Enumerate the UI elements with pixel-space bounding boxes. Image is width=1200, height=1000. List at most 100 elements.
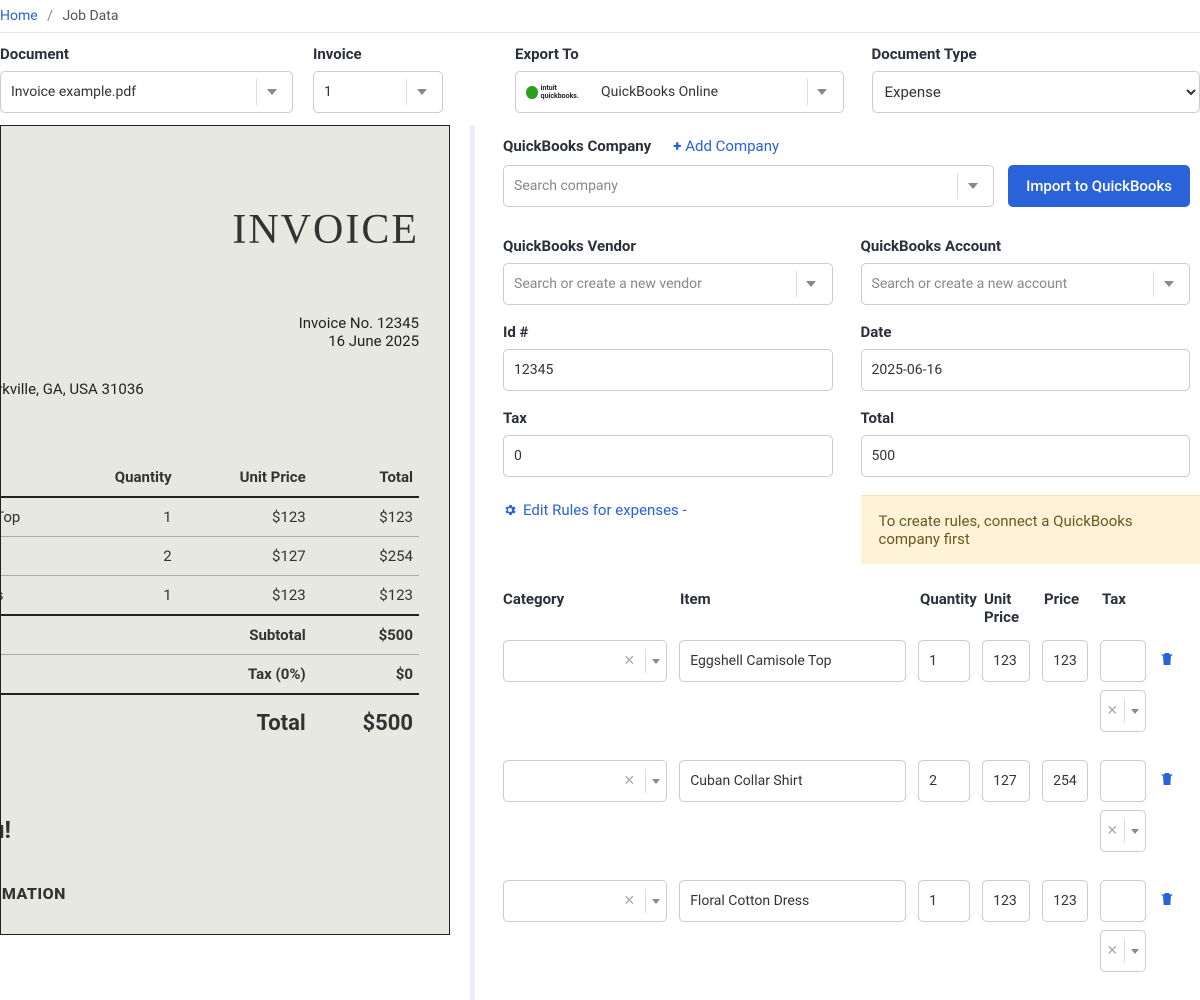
tax-select[interactable] — [1100, 930, 1146, 972]
unit-price-input[interactable] — [982, 880, 1030, 922]
clear-icon[interactable] — [619, 773, 639, 789]
document-value: Invoice example.pdf — [11, 84, 256, 100]
th-quantity: Quantity — [920, 590, 972, 626]
tax-select[interactable] — [1100, 810, 1146, 852]
chevron-down-icon — [256, 79, 286, 105]
total-input[interactable] — [861, 435, 1191, 477]
vendor-select[interactable]: Search or create a new vendor — [503, 263, 833, 305]
company-placeholder: Search company — [514, 178, 957, 194]
chevron-down-icon — [1131, 709, 1139, 714]
tax-select[interactable] — [1100, 690, 1146, 732]
clear-icon[interactable] — [1106, 823, 1118, 839]
line-item-row — [503, 880, 1190, 972]
th-tax: Tax — [1102, 590, 1148, 626]
tax-input[interactable] — [1100, 640, 1146, 682]
rules-alert: To create rules, connect a QuickBooks co… — [861, 495, 1200, 564]
price-input[interactable] — [1042, 640, 1088, 682]
th-price: Price — [1044, 590, 1090, 626]
chevron-down-icon — [1131, 829, 1139, 834]
th-item: Item — [680, 590, 908, 626]
breadcrumb: Home / Job Data — [0, 0, 1200, 33]
invoice-date: 16 June 2025 — [1, 332, 419, 350]
table-row: le Top1$123$123 — [0, 497, 419, 537]
line-item-row — [503, 760, 1190, 852]
quickbooks-company-label: QuickBooks Company — [503, 137, 651, 155]
tax-label: Tax — [503, 409, 833, 427]
company-select[interactable]: Search company — [503, 165, 994, 207]
date-input[interactable] — [861, 349, 1191, 391]
quickbooks-vendor-label: QuickBooks Vendor — [503, 237, 833, 255]
invoice-select[interactable]: 1 — [313, 71, 443, 113]
quantity-input[interactable] — [918, 880, 970, 922]
line-item-row — [503, 640, 1190, 732]
unit-price-input[interactable] — [982, 640, 1030, 682]
account-select[interactable]: Search or create a new account — [861, 263, 1191, 305]
document-preview: INVOICE Invoice No. 12345 16 June 2025 w… — [0, 125, 450, 935]
category-select[interactable] — [503, 880, 667, 922]
item-input[interactable] — [679, 640, 906, 682]
invoice-label: Invoice — [313, 45, 443, 63]
chevron-down-icon — [1131, 949, 1139, 954]
delete-line-button[interactable] — [1158, 770, 1176, 788]
invoice-value: 1 — [324, 84, 406, 100]
tax-input[interactable] — [1100, 760, 1146, 802]
quantity-input[interactable] — [918, 640, 970, 682]
breadcrumb-home[interactable]: Home — [0, 8, 38, 24]
export-to-label: Export To — [515, 45, 844, 63]
breadcrumb-current: Job Data — [62, 8, 118, 24]
date-label: Date — [861, 323, 1191, 341]
clear-icon[interactable] — [1106, 703, 1118, 719]
chevron-down-icon — [652, 659, 660, 664]
th-total: Total — [312, 458, 419, 497]
category-select[interactable] — [503, 640, 667, 682]
thank-you-text: u! — [0, 816, 419, 844]
chevron-down-icon — [796, 271, 826, 297]
total-label: Total — [861, 409, 1191, 427]
invoice-items-table: Quantity Unit Price Total le Top1$123$12… — [0, 458, 419, 746]
delete-line-button[interactable] — [1158, 890, 1176, 908]
chevron-down-icon — [652, 779, 660, 784]
quickbooks-logo-icon: intuit quickbooks. — [526, 83, 591, 101]
account-placeholder: Search or create a new account — [872, 276, 1154, 292]
th-unit-price: Unit Price — [178, 458, 312, 497]
unit-price-input[interactable] — [982, 760, 1030, 802]
export-to-select[interactable]: intuit quickbooks. QuickBooks Online — [515, 71, 844, 113]
import-to-quickbooks-button[interactable]: Import to QuickBooks — [1008, 165, 1190, 207]
plus-icon: + — [673, 137, 681, 155]
chevron-down-icon — [1153, 271, 1183, 297]
export-to-value: QuickBooks Online — [601, 84, 807, 100]
info-heading: RMATION — [0, 884, 419, 903]
delete-line-button[interactable] — [1158, 650, 1176, 668]
category-select[interactable] — [503, 760, 667, 802]
item-input[interactable] — [679, 880, 906, 922]
id-input[interactable] — [503, 349, 833, 391]
invoice-address: wkville, GA, USA 31036 — [0, 380, 419, 398]
table-row: irt2$127$254 — [0, 537, 419, 576]
clear-icon[interactable] — [619, 893, 639, 909]
document-label: Document — [0, 45, 293, 63]
th-unit-price: Unit Price — [984, 590, 1032, 626]
chevron-down-icon — [652, 899, 660, 904]
document-type-label: Document Type — [872, 45, 1200, 63]
document-select[interactable]: Invoice example.pdf — [0, 71, 293, 113]
th-category: Category — [503, 590, 668, 626]
breadcrumb-sep: / — [47, 8, 53, 24]
clear-icon[interactable] — [619, 653, 639, 669]
vendor-placeholder: Search or create a new vendor — [514, 276, 796, 292]
chevron-down-icon — [807, 79, 837, 105]
price-input[interactable] — [1042, 760, 1088, 802]
invoice-number: Invoice No. 12345 — [1, 314, 419, 332]
th-quantity: Quantity — [59, 458, 177, 497]
gear-icon — [503, 503, 517, 517]
tax-input[interactable] — [503, 435, 833, 477]
edit-rules-link[interactable]: Edit Rules for expenses - — [503, 501, 687, 519]
quantity-input[interactable] — [918, 760, 970, 802]
add-company-link[interactable]: +Add Company — [673, 137, 779, 155]
price-input[interactable] — [1042, 880, 1088, 922]
document-type-select[interactable]: Expense — [872, 71, 1200, 113]
id-label: Id # — [503, 323, 833, 341]
clear-icon[interactable] — [1106, 943, 1118, 959]
tax-input[interactable] — [1100, 880, 1146, 922]
item-input[interactable] — [679, 760, 906, 802]
chevron-down-icon — [406, 79, 436, 105]
